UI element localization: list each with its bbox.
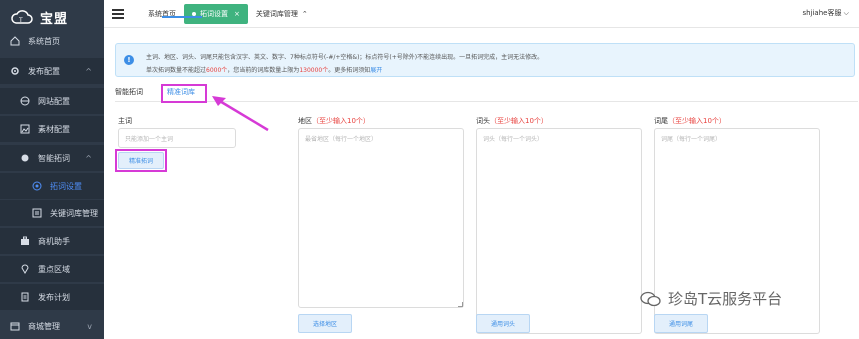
highlight-box <box>161 84 207 103</box>
home-icon <box>10 36 20 46</box>
notice-line-1: 主词、地区、词头、词尾只能包含汉字、英文、数字、7种标点符号(-#/+空格&)；… <box>146 54 544 61</box>
common-head-button[interactable]: 通用词头 <box>476 314 530 333</box>
chevron-up-icon: ^ <box>85 66 92 76</box>
store-icon <box>10 321 20 331</box>
briefcase-icon <box>20 236 30 246</box>
sidebar-item-label: 商城管理 <box>28 321 60 331</box>
wechat-icon <box>640 291 662 307</box>
sidebar-item-label: 网站配置 <box>38 96 70 106</box>
sparkle-icon <box>20 153 30 163</box>
location-icon <box>20 264 30 274</box>
globe-icon <box>20 96 30 106</box>
active-tab-indicator <box>162 16 202 18</box>
sidebar-item-key-regions[interactable]: 重点区域 <box>0 256 104 282</box>
svg-text:T: T <box>18 17 23 24</box>
watermark-text: 珍岛T云服务平台 <box>668 290 783 308</box>
chevron-up-icon: ^ <box>85 153 92 163</box>
main-word-label: 主词 <box>118 117 132 125</box>
sidebar-item-store-management[interactable]: 商城管理 v <box>0 313 104 339</box>
sidebar-item-label: 拓词设置 <box>50 181 82 191</box>
sidebar-item-label: 重点区域 <box>38 264 70 274</box>
list-icon <box>32 208 42 218</box>
sidebar-item-label: 素材配置 <box>38 124 70 134</box>
sidebar-item-site-config[interactable]: 网站配置 <box>0 88 104 114</box>
sidebar-item-label: 发布配置 <box>28 66 60 76</box>
menu-toggle-icon[interactable] <box>112 8 126 19</box>
notice-text: 。更多拓词须知 <box>328 67 371 74</box>
sidebar-item-publish-config[interactable]: 发布配置 ^ <box>0 58 104 84</box>
common-tail-button[interactable]: 通用词尾 <box>654 314 708 333</box>
resize-handle-icon[interactable] <box>458 302 463 307</box>
tail-label: 词尾（至少输入10个） <box>654 116 726 126</box>
sidebar-item-label: 智能拓词 <box>38 153 70 163</box>
target-icon <box>32 181 42 191</box>
notice-text: ，您当前的词库数量上限为 <box>227 67 300 74</box>
sidebar-item-label: 系统首页 <box>28 36 60 46</box>
sidebar-item-keyword-library[interactable]: 关键词库管理 <box>0 200 104 226</box>
brand-name: 宝盟 <box>40 11 69 27</box>
sidebar-item-publish-plan[interactable]: 发布计划 <box>0 284 104 310</box>
limit-value: 6000个 <box>206 67 228 74</box>
chevron-down-icon: v <box>87 321 92 331</box>
cloud-logo-icon: T <box>10 8 34 26</box>
gear-icon <box>10 66 20 76</box>
sidebar-item-smart-expand[interactable]: 智能拓词 ^ <box>0 145 104 171</box>
tab-keyword-library[interactable]: 关键词库管理 ⌃ <box>248 4 316 24</box>
tail-hint: （至少输入10个） <box>668 117 726 125</box>
region-hint: （至少输入10个） <box>312 117 370 125</box>
cap-value: 130000个 <box>299 67 329 74</box>
chevron-up-icon: ⌃ <box>301 9 308 18</box>
expand-link[interactable]: 展开 <box>370 67 382 74</box>
sidebar-item-label: 发布计划 <box>38 292 70 302</box>
sidebar-item-material-config[interactable]: 素材配置 <box>0 116 104 142</box>
user-menu[interactable]: shjiahe客服 ⌵ <box>802 8 849 18</box>
sidebar: T 宝盟 系统首页 发布配置 ^ 网站配置 素材配置 智能拓词 ^ 拓词设置 关… <box>0 0 104 339</box>
region-label: 地区（至少输入10个） <box>298 116 370 126</box>
tail-label-text: 词尾 <box>654 117 668 125</box>
head-label-text: 词头 <box>476 117 490 125</box>
notice-text: 单次拓词数量不能超过 <box>146 67 207 74</box>
tab-home[interactable]: 系统首页 <box>140 4 184 24</box>
head-textarea[interactable]: 词头（每行一个词头） <box>476 128 642 334</box>
info-notice: ! 主词、地区、词头、词尾只能包含汉字、英文、数字、7种标点符号(-#/+空格&… <box>115 43 855 77</box>
select-region-button[interactable]: 选择地区 <box>298 314 352 333</box>
close-icon[interactable]: × <box>234 10 240 18</box>
region-textarea[interactable]: 最省地区（每行一个地区） <box>298 128 464 308</box>
topbar: 系统首页 拓词设置 × 关键词库管理 ⌃ shjiahe客服 ⌵ <box>104 0 859 28</box>
exact-expand-button[interactable]: 精准拓词 <box>118 152 164 169</box>
sidebar-item-expand-settings[interactable]: 拓词设置 <box>0 173 104 199</box>
document-icon <box>20 292 30 302</box>
notice-line-2: 单次拓词数量不能超过6000个，您当前的词库数量上限为130000个。更多拓词须… <box>146 65 382 74</box>
watermark: 珍岛T云服务平台 <box>640 288 782 309</box>
tab-smart-expand[interactable]: 智能拓词 <box>115 87 143 97</box>
info-icon: ! <box>124 55 134 65</box>
sidebar-item-label: 商机助手 <box>38 236 70 246</box>
tab-expand-settings[interactable]: 拓词设置 × <box>184 3 248 24</box>
image-icon <box>20 124 30 134</box>
sidebar-item-business-assistant[interactable]: 商机助手 <box>0 228 104 254</box>
head-label: 词头（至少输入10个） <box>476 116 548 126</box>
head-hint: （至少输入10个） <box>490 117 548 125</box>
sidebar-item-label: 关键词库管理 <box>50 208 98 218</box>
sidebar-item-home[interactable]: 系统首页 <box>0 28 104 54</box>
region-label-text: 地区 <box>298 117 312 125</box>
main-word-input[interactable]: 只能添加一个主词 <box>118 128 236 148</box>
active-dot-icon <box>192 11 196 16</box>
tab-label: 拓词设置 <box>200 9 228 18</box>
tab-label: 关键词库管理 <box>255 9 298 18</box>
